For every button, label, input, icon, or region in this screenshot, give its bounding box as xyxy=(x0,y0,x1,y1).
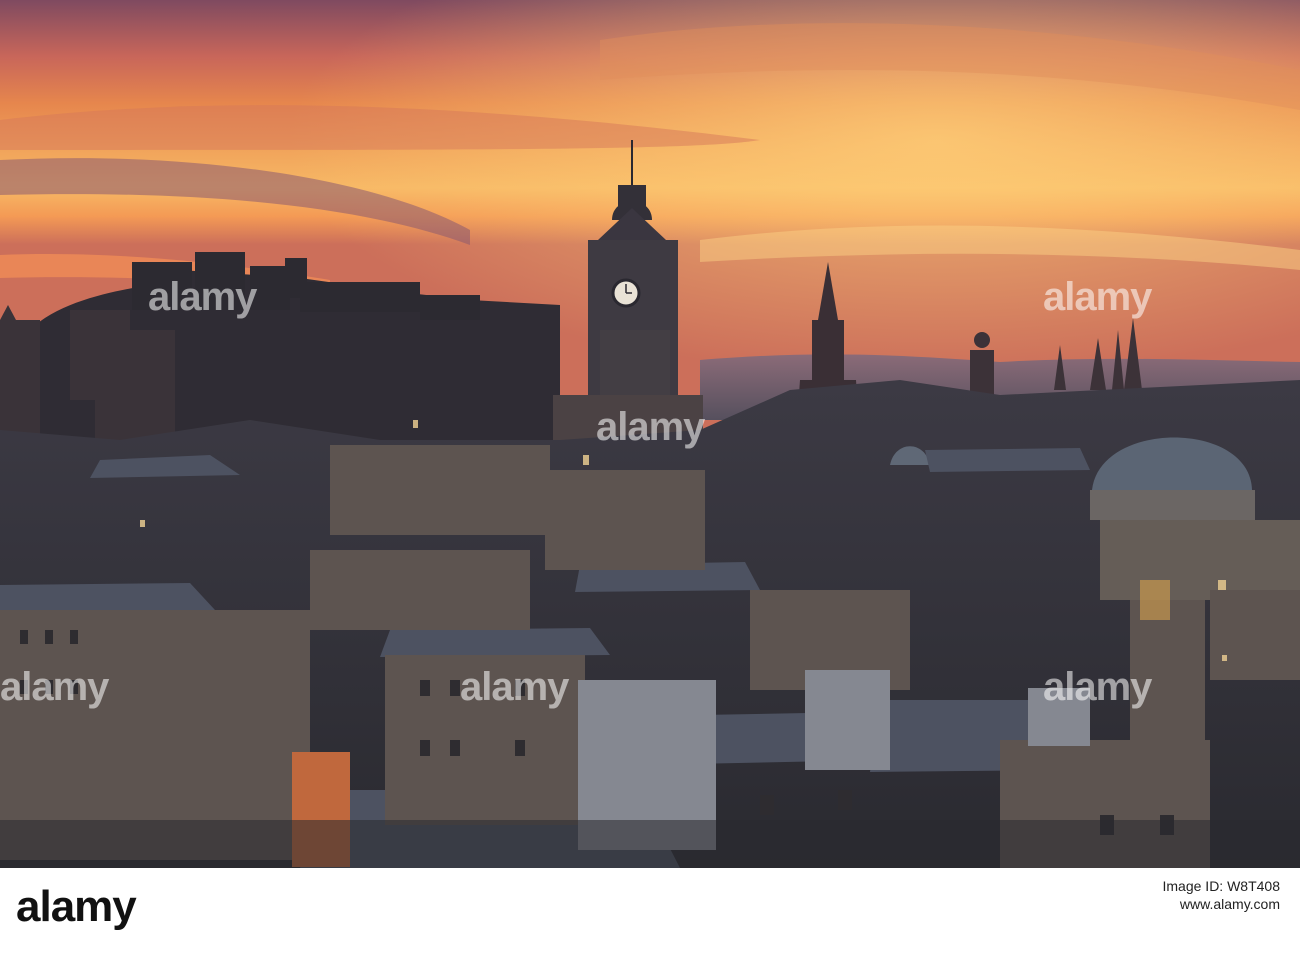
site-url: www.alamy.com xyxy=(1179,896,1280,912)
footer: alamy Image ID: W8T408 www.alamy.com xyxy=(0,868,1300,957)
edinburgh-skyline-photo xyxy=(0,0,1300,868)
footer-info: Image ID: W8T408 www.alamy.com xyxy=(1163,878,1281,912)
photo: alamy alamy alamy alamy alamy alamy xyxy=(0,0,1300,868)
image-id: Image ID: W8T408 xyxy=(1162,878,1281,894)
alamy-logo: alamy xyxy=(16,882,137,931)
